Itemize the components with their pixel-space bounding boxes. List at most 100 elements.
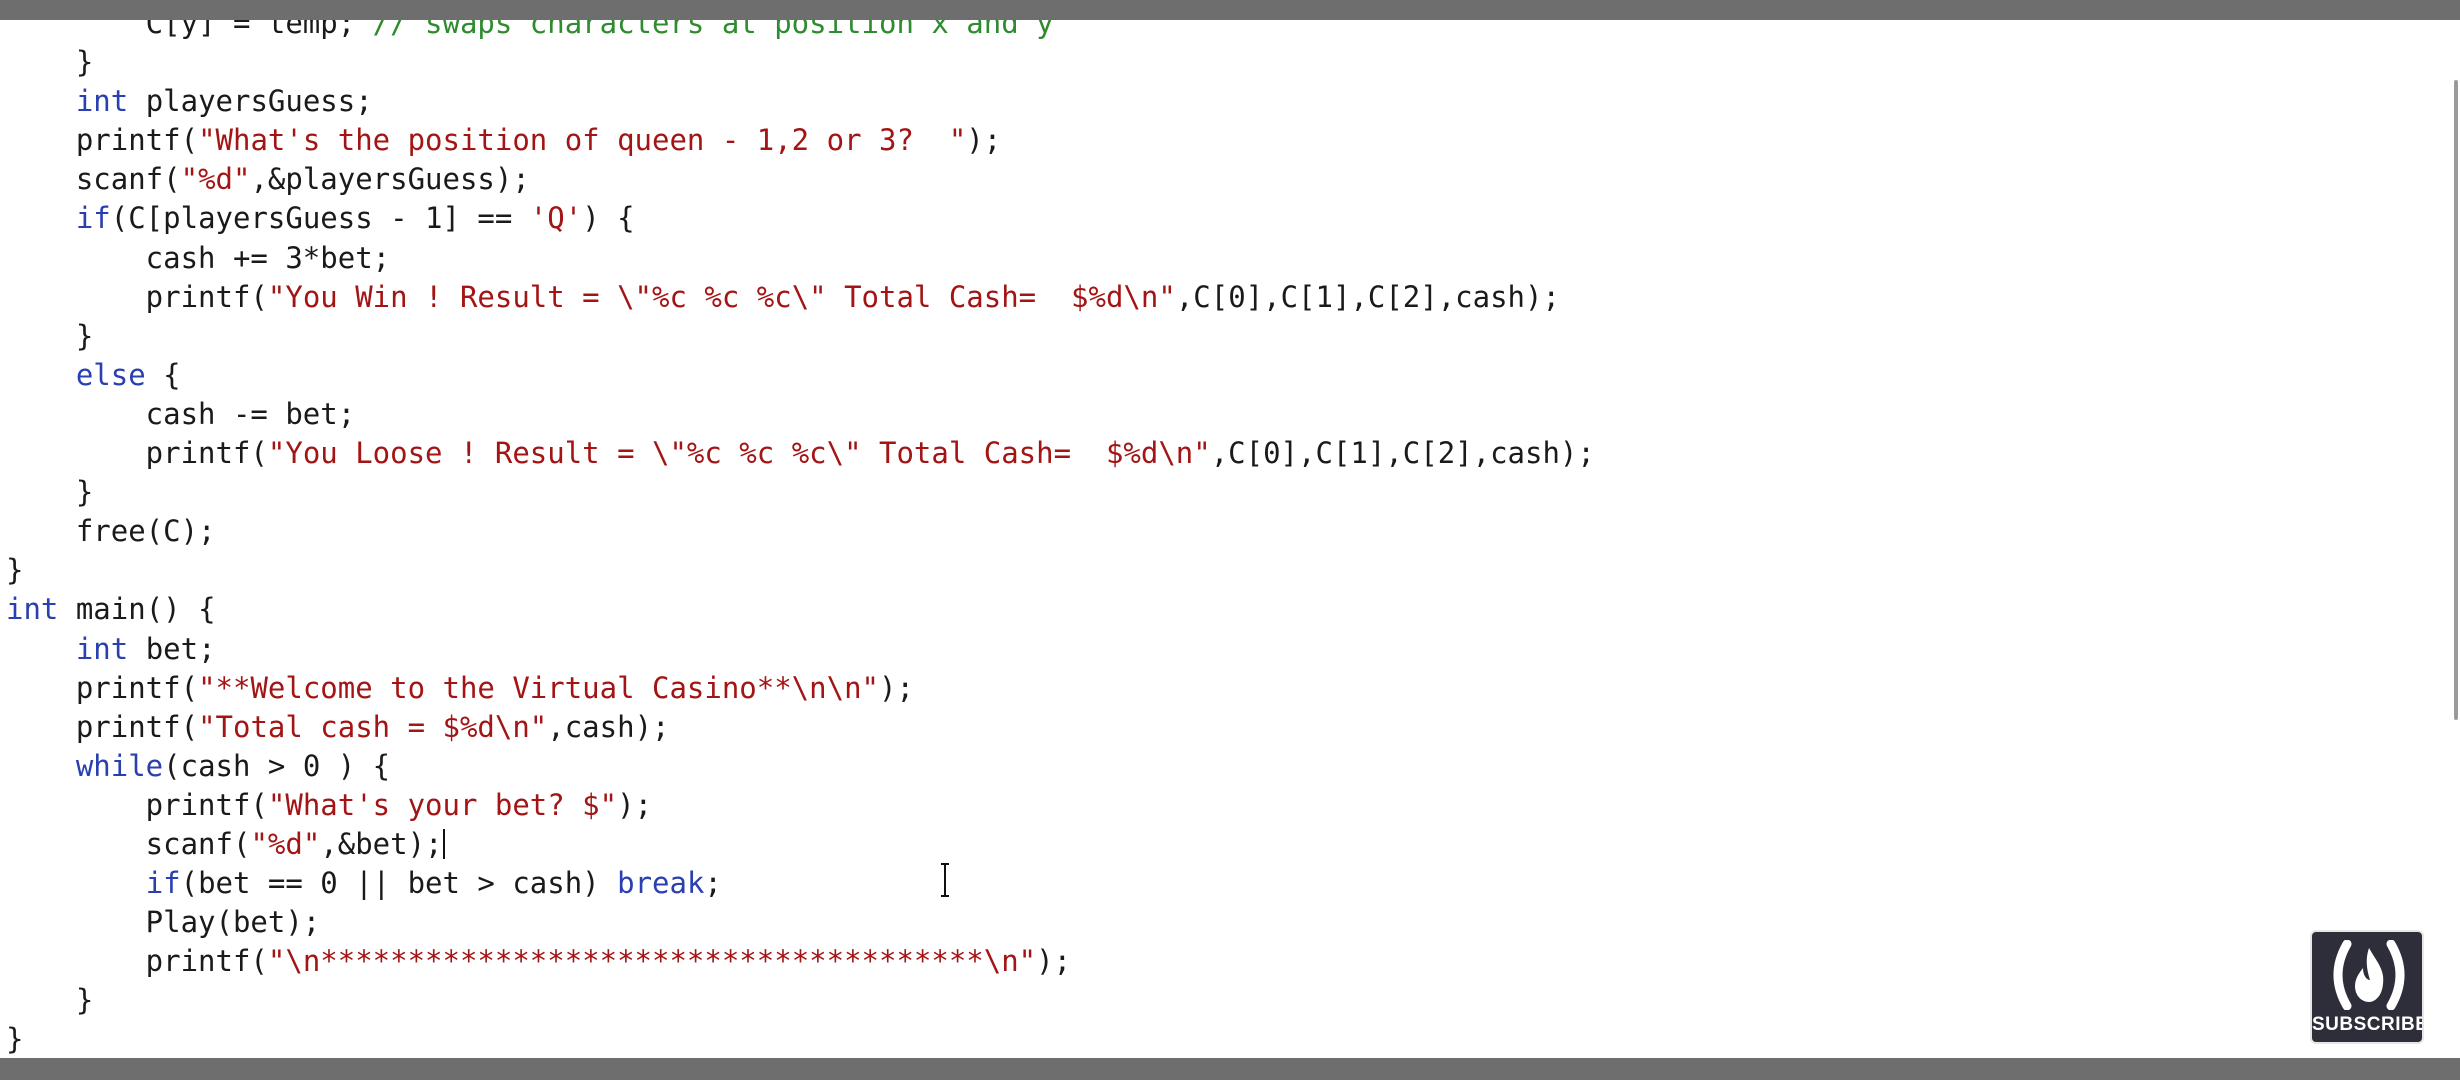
- code-string: "What's the position of queen - 1,2 or 3…: [198, 123, 967, 158]
- code-token: printf(: [6, 279, 268, 314]
- code-line[interactable]: while(cash > 0 ) {: [6, 747, 1595, 786]
- code-line[interactable]: printf("Total cash = $%d\n",cash);: [6, 708, 1595, 747]
- code-token: scanf(: [6, 826, 251, 861]
- code-line[interactable]: int playersGuess;: [6, 82, 1595, 121]
- code-token: main() {: [58, 592, 216, 627]
- code-keyword: int: [75, 84, 129, 119]
- code-string: "%d": [250, 826, 321, 861]
- code-line[interactable]: printf("What's your bet? $");: [6, 786, 1595, 825]
- code-token: }: [6, 475, 94, 510]
- code-string: "**Welcome to the Virtual Casino**\n\n": [198, 670, 879, 705]
- top-chrome-bar: [0, 0, 2460, 20]
- code-line[interactable]: printf("You Win ! Result = \"%c %c %c\" …: [6, 278, 1595, 317]
- code-line[interactable]: free(C);: [6, 512, 1595, 551]
- code-token: (cash > 0 ) {: [163, 748, 391, 783]
- text-caret: [442, 828, 445, 859]
- code-token: scanf(: [6, 162, 181, 197]
- code-line[interactable]: int bet;: [6, 630, 1595, 669]
- code-keyword: int: [6, 592, 59, 627]
- code-line[interactable]: if(C[playersGuess - 1] == 'Q') {: [6, 199, 1595, 238]
- code-token: (C[playersGuess - 1] ==: [110, 201, 530, 236]
- code-line[interactable]: }: [6, 317, 1595, 356]
- code-token: );: [1036, 944, 1072, 979]
- code-string: "You Loose ! Result = \"%c %c %c\" Total…: [267, 436, 1211, 471]
- subscribe-label: SUBSCRIBE: [2312, 1014, 2424, 1035]
- code-token: ,C[0],C[1],C[2],cash);: [1175, 279, 1560, 314]
- code-line[interactable]: scanf("%d",&bet);: [6, 825, 1595, 864]
- code-token: }: [6, 45, 94, 80]
- code-token: (bet == 0 || bet > cash): [180, 866, 618, 901]
- code-token: );: [878, 670, 914, 705]
- text-cursor-icon: [941, 863, 949, 897]
- code-line[interactable]: printf("You Loose ! Result = \"%c %c %c\…: [6, 434, 1595, 473]
- code-string: "%d": [180, 162, 251, 197]
- code-keyword: break: [617, 866, 705, 901]
- code-token: ,C[0],C[1],C[2],cash);: [1210, 436, 1595, 471]
- code-line[interactable]: }: [6, 1020, 1595, 1058]
- code-token: printf(: [6, 944, 268, 979]
- code-line[interactable]: printf("What's the position of queen - 1…: [6, 121, 1595, 160]
- code-token: );: [617, 787, 653, 822]
- code-line[interactable]: printf("\n******************************…: [6, 942, 1595, 981]
- code-token: cash -= bet;: [6, 396, 356, 431]
- code-keyword: if: [75, 201, 111, 236]
- code-line[interactable]: if(bet == 0 || bet > cash) break;: [6, 864, 1595, 903]
- code-token: printf(: [6, 436, 268, 471]
- code-line[interactable]: C[y] = temp; // swaps characters at posi…: [6, 20, 1595, 43]
- code-line[interactable]: cash += 3*bet;: [6, 239, 1595, 278]
- code-keyword: int: [75, 631, 129, 666]
- code-token: }: [6, 553, 24, 588]
- vertical-scrollbar[interactable]: [2454, 80, 2458, 720]
- code-token: bet;: [128, 631, 216, 666]
- code-line[interactable]: scanf("%d",&playersGuess);: [6, 160, 1595, 199]
- code-token: printf(: [6, 670, 199, 705]
- code-string: "Total cash = $%d\n": [198, 709, 548, 744]
- code-string: "You Win ! Result = \"%c %c %c\" Total C…: [267, 279, 1176, 314]
- code-token: printf(: [6, 123, 199, 158]
- code-token: }: [6, 318, 94, 353]
- code-token: playersGuess;: [128, 84, 373, 119]
- code-token: }: [6, 1022, 24, 1057]
- code-token: free(C);: [6, 514, 216, 549]
- code-line[interactable]: else {: [6, 356, 1595, 395]
- code-line[interactable]: Play(bet);: [6, 903, 1595, 942]
- code-token: }: [6, 983, 94, 1018]
- code-token: printf(: [6, 709, 199, 744]
- code-token: ,&bet);: [320, 826, 443, 861]
- code-keyword: if: [145, 866, 181, 901]
- code-token: ) {: [582, 201, 635, 236]
- code-text-area[interactable]: C[y] = temp; // swaps characters at posi…: [6, 20, 1595, 1058]
- code-keyword: while: [75, 748, 164, 783]
- code-string: 'Q': [529, 201, 583, 236]
- code-string: "\n*************************************…: [267, 944, 1037, 979]
- code-token: {: [145, 357, 181, 392]
- code-editor[interactable]: C[y] = temp; // swaps characters at posi…: [0, 20, 2458, 1058]
- code-token: ,&playersGuess);: [250, 162, 530, 197]
- code-line[interactable]: }: [6, 473, 1595, 512]
- code-line[interactable]: cash -= bet;: [6, 395, 1595, 434]
- code-token: Play(bet);: [6, 905, 321, 940]
- code-line[interactable]: }: [6, 43, 1595, 82]
- code-line[interactable]: }: [6, 551, 1595, 590]
- code-line[interactable]: int main() {: [6, 590, 1595, 629]
- flame-in-parentheses-icon: [2333, 940, 2405, 1010]
- code-comment: // swaps characters at position x and y: [372, 20, 1054, 40]
- subscribe-badge[interactable]: SUBSCRIBE: [2310, 930, 2424, 1044]
- code-token: printf(: [6, 787, 268, 822]
- code-token: C[y] = temp;: [6, 20, 373, 40]
- code-token: );: [966, 123, 1002, 158]
- code-token: ;: [704, 866, 722, 901]
- code-token: cash += 3*bet;: [6, 240, 391, 275]
- code-string: "What's your bet? $": [267, 787, 618, 822]
- code-line[interactable]: }: [6, 981, 1595, 1020]
- code-keyword: else: [75, 357, 146, 392]
- code-token: ,cash);: [547, 709, 670, 744]
- code-line[interactable]: printf("**Welcome to the Virtual Casino*…: [6, 669, 1595, 708]
- bottom-chrome-bar: [0, 1058, 2460, 1080]
